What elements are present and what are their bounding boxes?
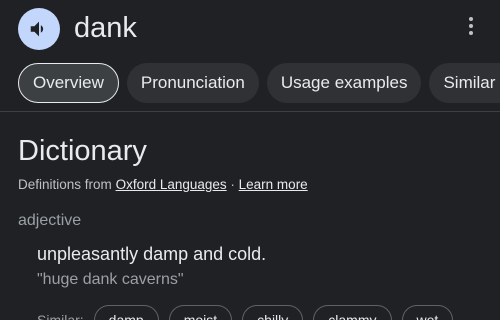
similar-words-row: Similar: damp moist chilly clammy wet [37,305,454,320]
similar-chip[interactable]: damp [93,305,159,320]
oxford-languages-link[interactable]: Oxford Languages [116,177,227,192]
volume-icon [30,21,44,37]
tab-overview[interactable]: Overview [18,63,119,103]
example-sentence: "huge dank caverns" [37,271,184,288]
pronounce-button[interactable] [18,8,60,50]
tab-usage-examples[interactable]: Usage examples [266,63,422,103]
definition-source: Definitions from Oxford Languages · Lear… [18,176,308,194]
tab-similar[interactable]: Similar a [429,63,500,103]
definition-text: unpleasantly damp and cold. [37,244,267,264]
similar-chip[interactable]: chilly [242,305,304,320]
source-separator: · [226,177,239,192]
dictionary-page: dank Overview Pronunciation Usage exampl… [0,0,500,320]
more-vert-icon [469,17,473,21]
similar-chip[interactable]: wet [401,305,454,320]
similar-chip[interactable]: clammy [313,305,392,320]
learn-more-link[interactable]: Learn more [239,177,308,192]
part-of-speech: adjective [18,212,82,229]
tab-divider [0,111,500,112]
dictionary-heading: Dictionary [18,135,147,167]
word-title: dank [74,12,137,44]
tab-bar: Overview Pronunciation Usage examples Si… [18,63,500,103]
similar-label: Similar: [37,312,84,320]
similar-chip[interactable]: moist [168,305,233,320]
source-prefix: Definitions from [18,177,112,192]
more-options-button[interactable] [460,14,482,38]
tab-pronunciation[interactable]: Pronunciation [126,63,259,103]
